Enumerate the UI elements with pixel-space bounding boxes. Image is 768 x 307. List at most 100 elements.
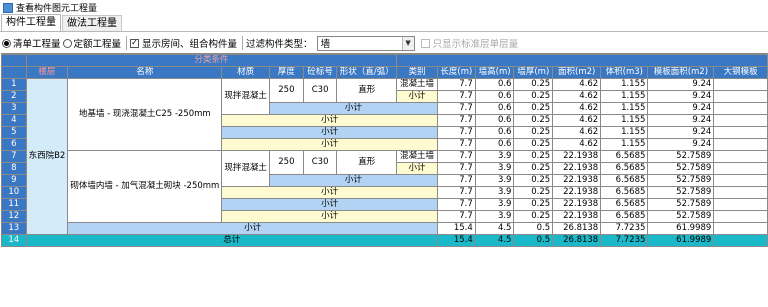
- volume-cell: 1.155: [600, 90, 649, 103]
- large-steel-form-cell: [713, 186, 768, 199]
- formwork-area-cell: 9.24: [647, 114, 715, 127]
- radio-quota-quantity[interactable]: 定额工程量: [62, 36, 122, 50]
- total-row[interactable]: 14 总计 15.4 4.5 0.5 26.8138 7.7235 61.998…: [1, 234, 768, 247]
- length-cell: 7.7: [436, 138, 476, 151]
- wall-thickness-cell: 0.25: [513, 78, 554, 91]
- area-cell: 4.62: [552, 102, 602, 115]
- filter-type-select[interactable]: 墙 ▼: [316, 35, 415, 51]
- volume-cell: 6.5685: [600, 198, 649, 211]
- area-cell: 22.1938: [552, 210, 602, 223]
- wall-height-cell: 3.9: [474, 198, 515, 211]
- row-number[interactable]: 12: [1, 210, 27, 223]
- row-number[interactable]: 14: [1, 234, 27, 247]
- wall-height-cell: 3.9: [474, 210, 515, 223]
- col-shape[interactable]: 形状（直/弧）: [336, 66, 398, 79]
- header-group-label: 分类条件: [25, 54, 398, 67]
- wall-thickness-cell: 0.5: [513, 234, 554, 247]
- row-number[interactable]: 3: [1, 102, 27, 115]
- category-cell: 混凝土墙: [396, 78, 438, 91]
- header-group-row: 分类条件: [1, 54, 768, 67]
- subtotal-label: 小计: [221, 138, 438, 151]
- toolbar-divider: [242, 36, 244, 50]
- wall-thickness-cell: 0.25: [513, 210, 554, 223]
- large-steel-form-cell: [713, 90, 768, 103]
- subtotal-label: 小计: [67, 222, 438, 235]
- col-grade[interactable]: 砼标号: [302, 66, 338, 79]
- large-steel-form-cell: [713, 102, 768, 115]
- row-number[interactable]: 7: [1, 150, 27, 163]
- wall-thickness-cell: 0.25: [513, 150, 554, 163]
- length-cell: 7.7: [436, 174, 476, 187]
- formwork-area-cell: 9.24: [647, 90, 715, 103]
- length-cell: 7.7: [436, 210, 476, 223]
- subtotal-label: 小计: [396, 162, 438, 175]
- row-number[interactable]: 4: [1, 114, 27, 127]
- col-floor[interactable]: 楼层: [25, 66, 69, 79]
- wall-thickness-cell: 0.25: [513, 126, 554, 139]
- col-wall-height[interactable]: 墙高(m): [474, 66, 515, 79]
- wall-thickness-cell: 0.25: [513, 138, 554, 151]
- volume-cell: 6.5685: [600, 210, 649, 223]
- col-area[interactable]: 面积(m2): [552, 66, 602, 79]
- volume-cell: 1.155: [600, 114, 649, 127]
- row-number[interactable]: 1: [1, 78, 27, 91]
- checkbox-show-room[interactable]: ✓ 显示房间、组合构件量: [130, 36, 237, 50]
- tab-component-quantity[interactable]: 构件工程量: [1, 14, 61, 31]
- wall-thickness-cell: 0.25: [513, 90, 554, 103]
- chevron-down-icon[interactable]: ▼: [401, 36, 414, 50]
- row-number[interactable]: 10: [1, 186, 27, 199]
- radio-list-quantity[interactable]: 清单工程量: [2, 36, 61, 50]
- row-number[interactable]: 5: [1, 126, 27, 139]
- shape-cell: 直形: [336, 78, 398, 103]
- checkbox-standard-floor[interactable]: 只显示标准层单层量: [420, 36, 518, 50]
- component-name-cell: 砌体墙内墙 - 加气混凝土砌块 -250mm: [67, 150, 223, 223]
- large-steel-form-cell: [713, 210, 768, 223]
- table-row[interactable]: 1 东西院B2 地基墙 - 现浇混凝土C25 -250mm 现拌混凝土 250 …: [1, 78, 768, 235]
- subtotal-label: 小计: [221, 198, 438, 211]
- component-name-cell: 地基墙 - 现浇混凝土C25 -250mm: [67, 78, 223, 151]
- grade-cell: C30: [302, 78, 338, 103]
- col-formwork-area[interactable]: 模板面积(m2): [647, 66, 715, 79]
- wall-thickness-cell: 0.25: [513, 114, 554, 127]
- col-large-steel-form[interactable]: 大钢模板: [713, 66, 768, 79]
- area-cell: 4.62: [552, 78, 602, 91]
- subtotal-label: 小计: [221, 186, 438, 199]
- category-cell: 混凝土墙: [396, 150, 438, 163]
- volume-cell: 1.155: [600, 126, 649, 139]
- app-icon: [3, 2, 13, 13]
- toolbar-divider: [126, 36, 128, 50]
- row-number[interactable]: 13: [1, 222, 27, 235]
- total-label: 总计: [25, 234, 438, 247]
- length-cell: 7.7: [436, 114, 476, 127]
- row-number[interactable]: 8: [1, 162, 27, 175]
- radio-quota-label: 定额工程量: [73, 39, 122, 50]
- col-length[interactable]: 长度(m): [436, 66, 476, 79]
- col-category[interactable]: 类别: [396, 66, 438, 79]
- large-steel-form-cell: [713, 138, 768, 151]
- length-cell: 7.7: [436, 90, 476, 103]
- large-steel-form-cell: [713, 198, 768, 211]
- table-row[interactable]: 13 小计 15.4 4.5 0.5 26.8138 7.7235 61.998…: [1, 222, 768, 235]
- tab-method-quantity[interactable]: 做法工程量: [62, 15, 122, 31]
- col-volume[interactable]: 体积(m3): [600, 66, 649, 79]
- toolbar: 清单工程量 定额工程量 ✓ 显示房间、组合构件量 过滤构件类型： 墙 ▼ 只显示…: [0, 33, 768, 53]
- volume-cell: 6.5685: [600, 162, 649, 175]
- formwork-area-cell: 52.7589: [647, 174, 715, 187]
- row-number[interactable]: 2: [1, 90, 27, 103]
- area-cell: 4.62: [552, 138, 602, 151]
- wall-thickness-cell: 0.25: [513, 102, 554, 115]
- wall-thickness-cell: 0.25: [513, 174, 554, 187]
- col-material[interactable]: 材质: [221, 66, 270, 79]
- col-thickness[interactable]: 厚度: [268, 66, 304, 79]
- row-number[interactable]: 11: [1, 198, 27, 211]
- row-number[interactable]: 9: [1, 174, 27, 187]
- wall-height-cell: 0.6: [474, 126, 515, 139]
- large-steel-form-cell: [713, 78, 768, 91]
- formwork-area-cell: 9.24: [647, 126, 715, 139]
- volume-cell: 1.155: [600, 138, 649, 151]
- col-wall-thickness[interactable]: 墙厚(m): [513, 66, 554, 79]
- table-row[interactable]: 7 砌体墙内墙 - 加气混凝土砌块 -250mm 现拌混凝土 250 C30 直…: [1, 150, 768, 223]
- col-name[interactable]: 名称: [67, 66, 223, 79]
- row-number[interactable]: 6: [1, 138, 27, 151]
- large-steel-form-cell: [713, 222, 768, 235]
